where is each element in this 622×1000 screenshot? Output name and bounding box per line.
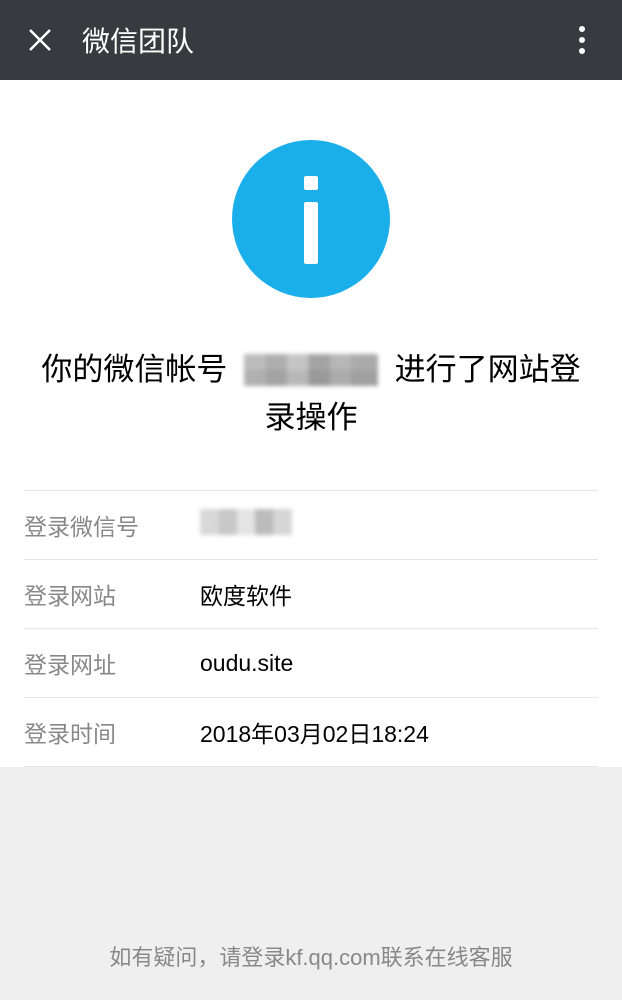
detail-value-time: 2018年03月02日18:24 xyxy=(200,715,429,749)
page-title: 微信团队 xyxy=(82,20,194,60)
content-card: 你的微信帐号 进行了网站登录操作 登录微信号 登录网站 欧度软件 登录网址 ou… xyxy=(0,80,622,767)
icon-section xyxy=(24,80,598,346)
more-vertical-icon xyxy=(578,24,586,56)
notice-title: 你的微信帐号 进行了网站登录操作 xyxy=(24,346,598,490)
detail-label: 登录网站 xyxy=(24,577,200,611)
detail-label: 登录网址 xyxy=(24,646,200,680)
close-button[interactable] xyxy=(18,18,62,62)
detail-label: 登录时间 xyxy=(24,715,200,749)
redacted-account xyxy=(244,354,378,386)
title-prefix: 你的微信帐号 xyxy=(41,352,227,387)
detail-row-time: 登录时间 2018年03月02日18:24 xyxy=(24,698,598,767)
detail-value-url: oudu.site xyxy=(200,650,293,677)
detail-row-account: 登录微信号 xyxy=(24,491,598,560)
more-button[interactable] xyxy=(560,18,604,62)
detail-row-site: 登录网站 欧度软件 xyxy=(24,560,598,629)
info-icon xyxy=(232,140,390,298)
detail-label: 登录微信号 xyxy=(24,508,200,542)
header: 微信团队 xyxy=(0,0,622,80)
detail-value-account xyxy=(200,509,292,541)
footer-text: 如有疑问，请登录kf.qq.com联系在线客服 xyxy=(0,940,622,972)
detail-list: 登录微信号 登录网站 欧度软件 登录网址 oudu.site 登录时间 2018… xyxy=(24,490,598,767)
detail-row-url: 登录网址 oudu.site xyxy=(24,629,598,698)
close-icon xyxy=(26,26,54,54)
detail-value-site: 欧度软件 xyxy=(200,577,292,611)
redacted-account-value xyxy=(200,509,292,535)
